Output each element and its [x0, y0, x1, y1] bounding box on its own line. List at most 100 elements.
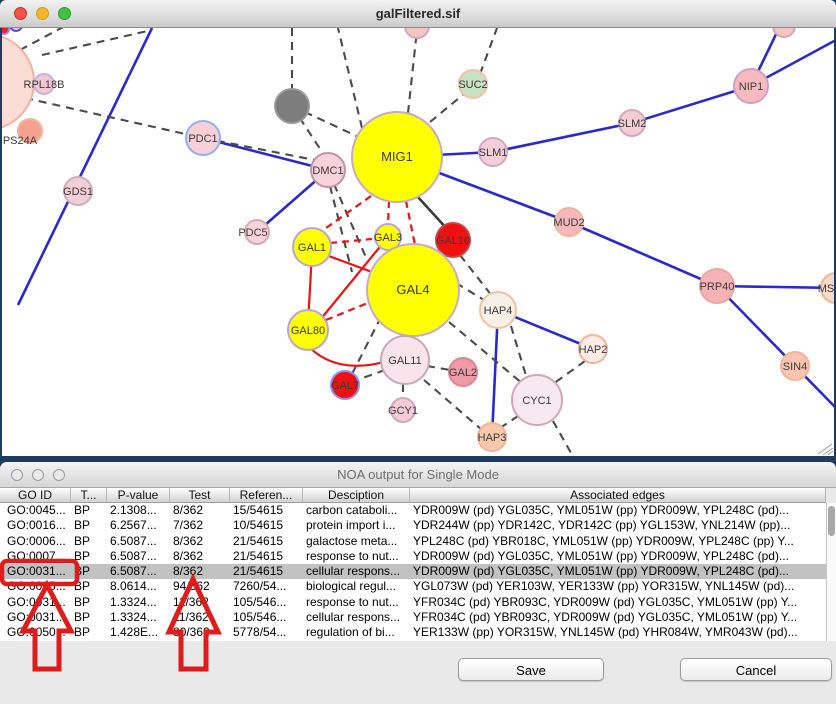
table-cell: 1.3324... [107, 595, 170, 610]
graph-node-label: GDS1 [63, 186, 93, 198]
graph-node-label: SLM1 [479, 147, 508, 159]
scrollbar-thumb[interactable] [828, 506, 835, 536]
table-cell: BP [71, 534, 107, 549]
graph-node-label: RPS24A [2, 135, 38, 147]
table-cell: 11/362 [170, 610, 230, 625]
table-row[interactable]: GO:0050...BP1.428E...80/3625778/54...reg… [0, 625, 826, 640]
network-graph[interactable]: RPL18BRPS24AGDS1PDC1PDC5SUC2SLM1SLM2NIP1… [2, 28, 834, 456]
table-cell: 7/362 [170, 518, 230, 533]
table-cell: 105/546... [230, 595, 303, 610]
graph-edge [330, 239, 372, 243]
table-cell: GO:0031... [0, 564, 71, 579]
table-cell: GO:0016... [0, 518, 71, 533]
table-cell: YDR244W (pp) YDR142C, YDR142C (pp) YGL15… [410, 518, 826, 533]
noa-titlebar[interactable]: NOA output for Single Mode [0, 462, 836, 488]
table-cell: 1.3324... [107, 610, 170, 625]
table-cell: 94/362 [170, 579, 230, 594]
table-row[interactable]: GO:0016...BP6.2567...7/36210/54615protei… [0, 518, 826, 533]
table-row[interactable]: GO:0031...BP6.5087...8/36221/54615cellul… [0, 564, 826, 579]
table-cell: 21/54615 [230, 564, 303, 579]
table-row[interactable]: GO:0045...BP2.1308...8/36215/54615carbon… [0, 503, 826, 518]
table-cell: 1.428E... [107, 625, 170, 640]
graph-edge [460, 255, 492, 296]
table-row[interactable]: GO:0031...BP1.3324...11/362105/546...cel… [0, 610, 826, 625]
graph-edge [20, 28, 65, 50]
table-cell: protein import i... [303, 518, 410, 533]
table-cell: biological regul... [303, 579, 410, 594]
graph-node-label: GAL7 [331, 380, 359, 392]
graph-edge [338, 28, 362, 128]
graph-edge [480, 28, 497, 74]
table-cell: 6.5087... [107, 564, 170, 579]
graph-node-label: GAL10 [436, 235, 470, 247]
graph-node-label: MIG1 [381, 149, 413, 164]
table-cell: 10/54615 [230, 518, 303, 533]
table-cell: carbon cataboli... [303, 503, 410, 518]
table-cell: BP [71, 518, 107, 533]
table-cell: BP [71, 549, 107, 564]
table-cell: BP [71, 503, 107, 518]
column-header-6[interactable]: Desciption [303, 488, 410, 503]
table-cell: cellular respons... [303, 564, 410, 579]
graph-node-label: GCY1 [388, 405, 418, 417]
column-header-2[interactable]: T... [71, 488, 107, 503]
graph-node[interactable] [10, 28, 22, 31]
table-cell: 21/54615 [230, 534, 303, 549]
table-cell: GO:0007... [0, 549, 71, 564]
network-titlebar[interactable]: galFiltered.sif [0, 0, 836, 28]
screenshot-root: galFiltered.sif RPL18BRPS24AGDS1PDC1PDC5… [0, 0, 836, 704]
graph-node-label: GAL80 [291, 325, 325, 337]
column-header-3[interactable]: P-value [107, 488, 170, 503]
graph-node-label: PDC1 [188, 133, 217, 145]
graph-edge [357, 370, 385, 380]
graph-node-label: PDC5 [238, 227, 267, 239]
graph-edge [818, 444, 832, 454]
table-cell: YFR034C (pd) YBR093C, YDR009W (pd) YGL03… [410, 595, 826, 610]
table-cell: BP [71, 610, 107, 625]
save-button[interactable]: Save [458, 658, 604, 681]
graph-edge [424, 380, 482, 430]
graph-node[interactable] [275, 89, 309, 123]
graph-node-label: SLM2 [618, 118, 647, 130]
column-header-4[interactable]: Test [170, 488, 230, 503]
table-cell: response to nut... [303, 549, 410, 564]
table-row[interactable]: GO:0006...BP6.5087...8/36221/54615galact… [0, 534, 826, 549]
table-cell: GO:0045... [0, 503, 71, 518]
network-window: galFiltered.sif RPL18BRPS24AGDS1PDC1PDC5… [0, 0, 836, 462]
window-title: galFiltered.sif [0, 0, 836, 28]
table-cell: BP [71, 595, 107, 610]
table-row[interactable]: GO:0007...BP6.5087...8/36221/54615respon… [0, 549, 826, 564]
table-cell: 21/54615 [230, 549, 303, 564]
graph-node-label: HAP2 [579, 344, 608, 356]
table-cell: 8.0614... [107, 579, 170, 594]
graph-edge [828, 451, 833, 455]
graph-edge [334, 184, 368, 262]
table-cell: YPL248C (pd) YBR018C, YML051W (pp) YDR00… [410, 534, 826, 549]
noa-output-window: NOA output for Single Mode GO IDT...P-va… [0, 462, 836, 704]
table-cell: 15/54615 [230, 503, 303, 518]
cancel-button[interactable]: Cancel [680, 658, 832, 681]
network-canvas[interactable]: RPL18BRPS24AGDS1PDC1PDC5SUC2SLM1SLM2NIP1… [2, 28, 834, 456]
graph-edge [500, 416, 518, 428]
vertical-scrollbar[interactable] [826, 503, 836, 641]
table-cell: GO:0050... [0, 625, 71, 640]
table-cell: 11/362 [170, 595, 230, 610]
table-row[interactable]: GO:0065...BP8.0614...94/3627260/54...bio… [0, 579, 826, 594]
column-header-1[interactable]: GO ID [0, 488, 71, 503]
table-row[interactable]: GO:0031...BP1.3324...11/362105/546...res… [0, 595, 826, 610]
graph-edge [427, 366, 450, 370]
table-body[interactable]: GO:0045...BP2.1308...8/36215/54615carbon… [0, 503, 826, 641]
table-header[interactable]: GO IDT...P-valueTestReferen...Desciption… [0, 488, 826, 503]
table-cell: YDR009W (pd) YGL035C, YML051W (pp) YDR00… [410, 549, 826, 564]
table-cell: response to nut... [303, 595, 410, 610]
graph-node[interactable] [2, 28, 9, 34]
graph-node[interactable] [405, 28, 429, 38]
graph-edge [388, 201, 389, 224]
graph-edge [18, 28, 152, 305]
column-header-7[interactable]: Associated edges [410, 488, 826, 503]
graph-node-label: HAP3 [478, 432, 507, 444]
graph-edge [408, 30, 417, 113]
table-cell: YDR009W (pd) YGL035C, YML051W (pp) YDR00… [410, 564, 826, 579]
graph-edge [569, 222, 717, 286]
column-header-5[interactable]: Referen... [230, 488, 303, 503]
